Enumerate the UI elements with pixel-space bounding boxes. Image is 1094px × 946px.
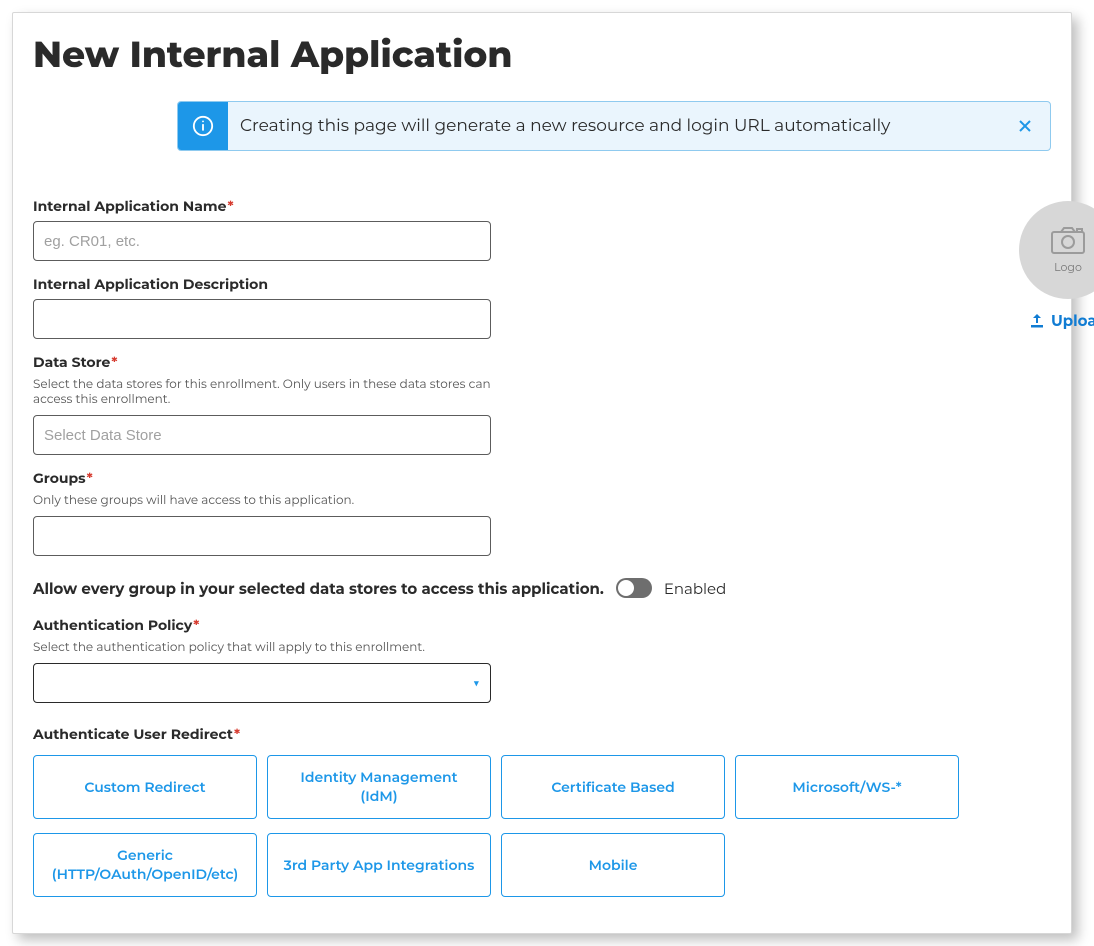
redirect-option-certificate[interactable]: Certificate Based [501,755,725,819]
field-app-name: Internal Application Name* [33,197,959,261]
redirect-option-mobile[interactable]: Mobile [501,833,725,897]
new-internal-application-page: New Internal Application Creating this p… [12,12,1072,934]
required-indicator: * [227,197,233,215]
required-indicator: * [234,725,240,743]
allow-all-state-label: Enabled [664,579,726,598]
app-name-input[interactable] [33,221,491,261]
allow-all-text: Allow every group in your selected data … [33,579,604,598]
upload-button[interactable]: Upload [1029,311,1094,330]
app-description-label: Internal Application Description [33,275,959,293]
page-title: New Internal Application [33,33,1051,77]
groups-input[interactable] [33,516,491,556]
required-indicator: * [111,353,117,371]
auth-redirect-label: Authenticate User Redirect [33,725,233,743]
auth-policy-description: Select the authentication policy that wi… [33,640,493,655]
auth-policy-label: Authentication Policy [33,616,192,634]
field-app-description: Internal Application Description [33,275,959,339]
auth-policy-select[interactable]: ▼ [33,663,491,703]
redirect-option-grid: Custom Redirect Identity Management (IdM… [33,755,959,897]
redirect-option-microsoft[interactable]: Microsoft/WS-* [735,755,959,819]
data-store-input[interactable] [33,415,491,455]
field-groups: Groups* Only these groups will have acce… [33,469,959,556]
app-description-input[interactable] [33,299,491,339]
required-indicator: * [193,616,199,634]
groups-description: Only these groups will have access to th… [33,493,493,508]
upload-icon [1029,313,1045,329]
data-store-description: Select the data stores for this enrollme… [33,377,493,407]
camera-icon [1051,226,1085,254]
app-name-label: Internal Application Name [33,197,226,215]
logo-placeholder: Logo [1019,201,1094,299]
alert-message: Creating this page will generate a new r… [228,102,1000,150]
required-indicator: * [87,469,93,487]
chevron-down-icon: ▼ [473,676,480,691]
upload-label: Upload [1051,311,1094,330]
logo-column: Logo Upload [1019,197,1094,334]
form-column: Internal Application Name* Internal Appl… [33,197,959,911]
field-data-store: Data Store* Select the data stores for t… [33,353,959,455]
redirect-option-generic[interactable]: Generic (HTTP/OAuth/OpenID/etc) [33,833,257,897]
logo-label: Logo [1054,260,1082,274]
alert-close-button[interactable] [1000,102,1050,150]
info-icon [178,102,228,150]
field-auth-policy: Authentication Policy* Select the authen… [33,616,959,703]
info-alert: Creating this page will generate a new r… [177,101,1051,151]
field-auth-redirect: Authenticate User Redirect* Custom Redir… [33,725,959,897]
redirect-option-idm[interactable]: Identity Management (IdM) [267,755,491,819]
redirect-option-3rd-party[interactable]: 3rd Party App Integrations [267,833,491,897]
groups-label: Groups [33,469,86,487]
toggle-knob [618,580,634,596]
allow-all-groups-row: Allow every group in your selected data … [33,578,959,598]
allow-all-toggle[interactable] [616,578,652,598]
data-store-label: Data Store [33,353,110,371]
redirect-option-custom[interactable]: Custom Redirect [33,755,257,819]
